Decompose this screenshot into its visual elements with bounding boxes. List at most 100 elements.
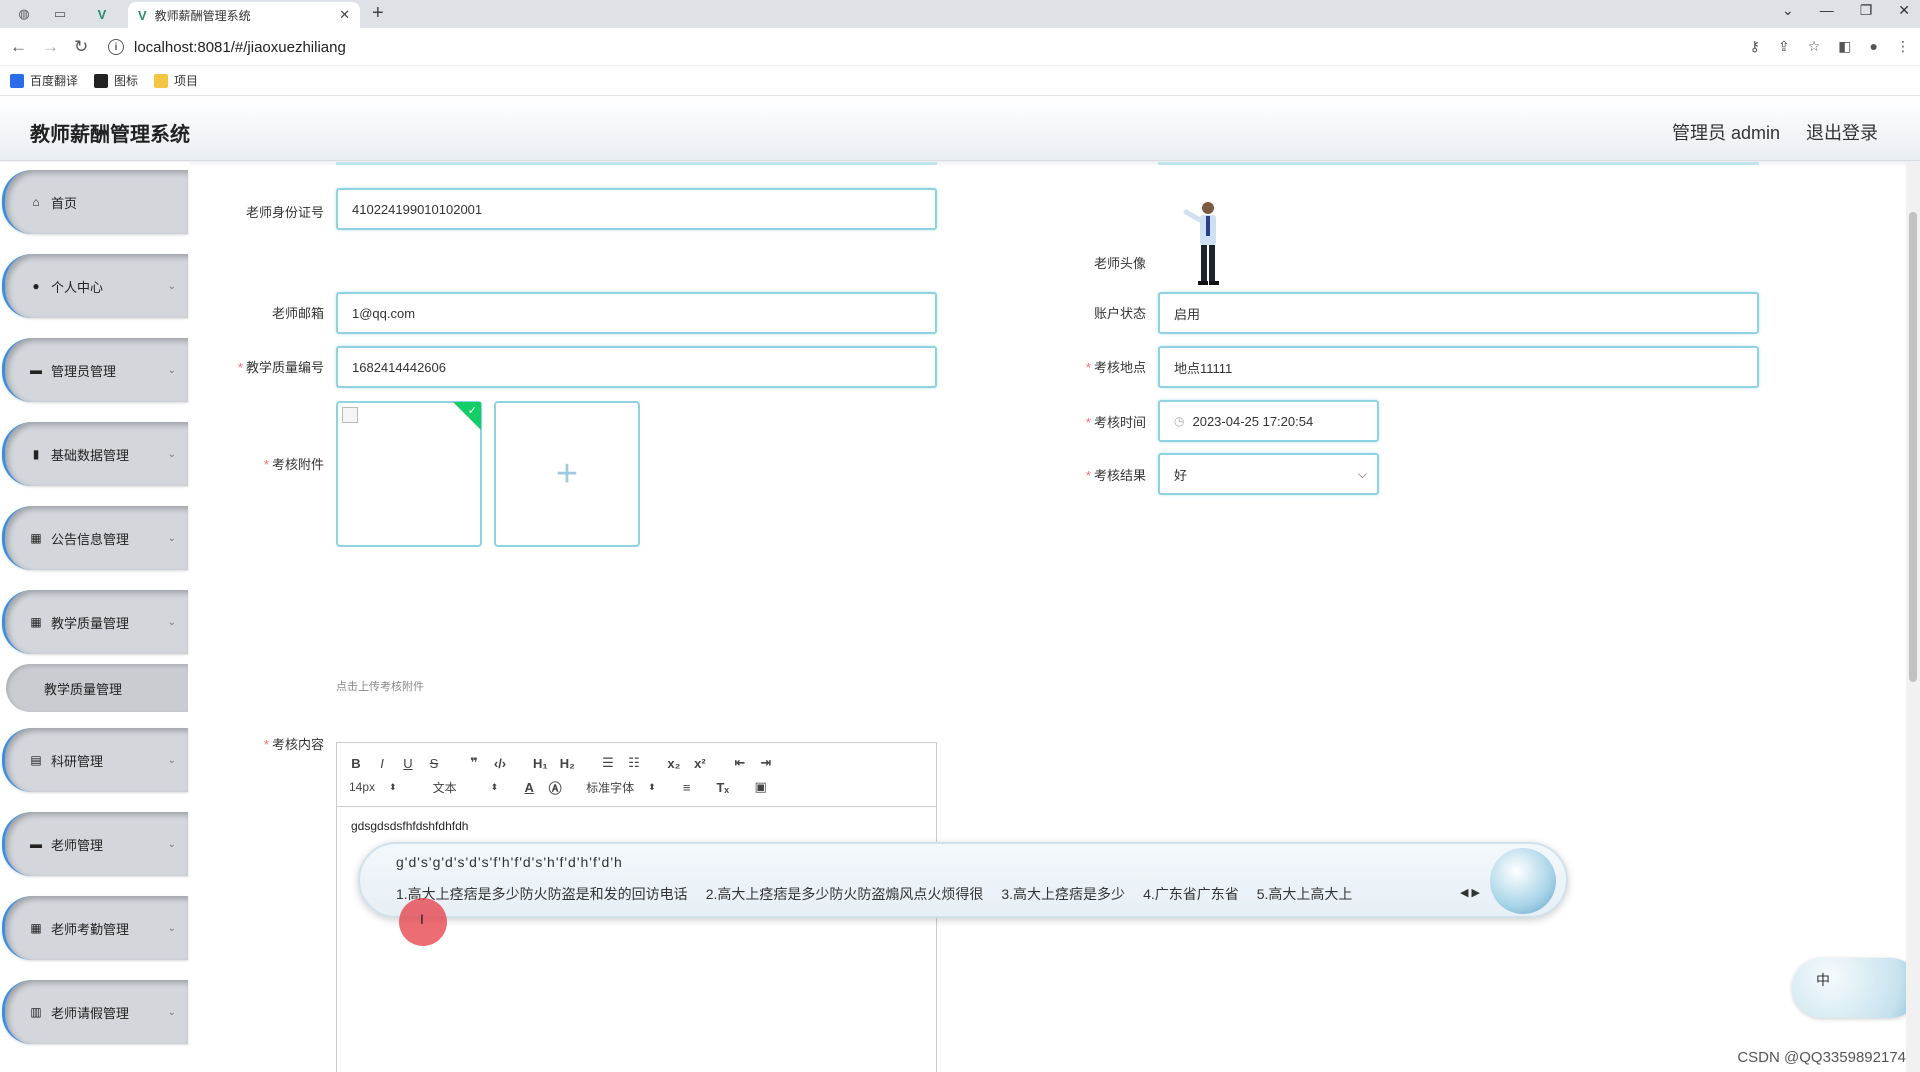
uploaded-attachment[interactable]: ✓ (336, 401, 482, 547)
check-icon: ✓ (467, 405, 477, 417)
ime-candidate[interactable]: 3.高大上痉痞是多少 (1001, 884, 1125, 904)
sidebar-item-attendance[interactable]: ▦ 老师考勤管理 ⌄ (2, 896, 188, 960)
sidebar-item-admin-management[interactable]: ▬ 管理员管理 ⌄ (2, 338, 188, 402)
chevron-down-icon: ⌄ (167, 754, 176, 766)
briefcase-icon: ▬ (30, 363, 42, 377)
ordered-list-icon[interactable]: ☰ (601, 755, 615, 771)
superscript-icon[interactable]: x² (693, 756, 707, 771)
font-family-select[interactable]: 标准字体 ⬍ (586, 779, 656, 796)
email-input[interactable]: 1@qq.com (336, 292, 937, 334)
chevron-down-icon: ⌄ (167, 838, 176, 850)
ime-page-arrows-icon[interactable]: ◀ ▶ (1460, 886, 1480, 899)
code-icon[interactable]: ‹/› (493, 756, 507, 771)
ime-skin-orb (1490, 848, 1556, 914)
reload-button[interactable]: ↻ (74, 37, 88, 57)
blockquote-icon[interactable]: ❞ (467, 755, 481, 771)
time-input[interactable]: ◷ 2023-04-25 17:20:54 (1158, 400, 1379, 442)
main-form: 老师身份证号 410224199010102001 老师头像 老师邮箱 1@qq… (196, 162, 1906, 1072)
sidebar-item-research[interactable]: ▤ 科研管理 ⌄ (2, 728, 188, 792)
submenu-teaching-quality[interactable]: 教学质量管理 (6, 664, 188, 712)
sidebar-item-teaching-quality[interactable]: ▦ 教学质量管理 ⌄ (2, 590, 188, 654)
text-cursor-icon: I (420, 911, 424, 927)
result-select[interactable]: 好 ⌵ (1158, 453, 1379, 495)
share-icon[interactable]: ⇪ (1778, 38, 1790, 55)
text-style-select[interactable]: 文本 ⬍ (433, 779, 499, 796)
star-icon[interactable]: ☆ (1808, 38, 1821, 55)
page-scrollbar[interactable] (1906, 162, 1920, 1072)
profile-icon[interactable]: ● (1870, 38, 1878, 55)
upload-add-button[interactable]: + (494, 401, 640, 547)
sidebar-item-label: 老师请假管理 (51, 1005, 130, 1021)
chevron-down-icon: ⌄ (167, 448, 176, 460)
globe-icon[interactable]: ◍ (10, 3, 38, 25)
tab-search-icon[interactable]: ⌄ (1782, 2, 1794, 19)
vue-tab-icon[interactable]: V (88, 3, 116, 25)
account-status-input[interactable]: 启用 (1158, 292, 1759, 334)
image-insert-icon[interactable]: ▣ (754, 779, 768, 795)
document-icon: ▮ (32, 447, 40, 461)
sidebar-item-personal-center[interactable]: ● 个人中心 ⌄ (2, 254, 188, 318)
italic-icon[interactable]: I (375, 756, 389, 771)
bullet-list-icon[interactable]: ☷ (627, 755, 641, 771)
editor-content[interactable]: gdsgdsdsfhfdshfdhfdh (337, 807, 936, 845)
monitor-icon: ▬ (30, 837, 42, 851)
ime-candidate[interactable]: 5.高大上高大上 (1257, 884, 1353, 904)
id-number-input[interactable]: 410224199010102001 (336, 188, 937, 230)
restore-button[interactable]: ❐ (1860, 2, 1873, 19)
clear-format-icon[interactable]: Tₓ (716, 780, 730, 795)
field-edge (1158, 162, 1759, 165)
key-icon[interactable]: ⚷ (1750, 38, 1760, 55)
bookmark-project[interactable]: 项目 (154, 72, 198, 89)
content-label: * 考核内容 (263, 737, 324, 752)
close-window-button[interactable]: ✕ (1898, 2, 1910, 19)
font-size-select[interactable]: 14px ⬍ (349, 780, 397, 794)
more-menu-icon[interactable]: ⋮ (1896, 38, 1910, 55)
strikethrough-icon[interactable]: S (427, 756, 441, 771)
location-input[interactable]: 地点11111 (1158, 346, 1759, 388)
bookmark-icons[interactable]: 图标 (94, 72, 138, 89)
indent-icon[interactable]: ⇥ (759, 755, 773, 771)
sidepanel-icon[interactable]: ◧ (1838, 38, 1851, 55)
plus-icon: + (555, 452, 579, 495)
sidebar-item-leave[interactable]: ▥ 老师请假管理 ⌄ (2, 980, 188, 1044)
close-tab-icon[interactable]: ✕ (339, 7, 350, 23)
background-color-icon[interactable]: Ⓐ (548, 778, 562, 797)
sidebar-item-label: 基础数据管理 (51, 447, 130, 463)
chevron-down-icon: ⌄ (167, 364, 176, 376)
quality-code-input[interactable]: 1682414442606 (336, 346, 937, 388)
ime-status-bar[interactable]: 中 (1792, 958, 1920, 1018)
ime-candidate[interactable]: 1.高大上痉痞是多少防火防盗是和发的回访电话 (396, 884, 688, 904)
sidebar-item-basic-data[interactable]: ▮ 基础数据管理 ⌄ (2, 422, 188, 486)
underline-icon[interactable]: U (401, 756, 415, 771)
chevron-down-icon: ⌄ (167, 922, 176, 934)
ime-candidate[interactable]: 2.高大上痉痞是多少防火防盗煽风点火烦得很 (706, 884, 984, 904)
bookmark-baidu-translate[interactable]: 百度翻译 (10, 72, 78, 89)
bold-icon[interactable]: B (349, 756, 363, 771)
outdent-icon[interactable]: ⇤ (733, 755, 747, 771)
back-button[interactable]: ← (10, 37, 27, 57)
current-user: 管理员 admin (1671, 123, 1780, 143)
heading1-icon[interactable]: H₁ (533, 756, 548, 771)
ime-candidate[interactable]: 4.广东省广东省 (1143, 884, 1239, 904)
minimize-button[interactable]: — (1820, 2, 1834, 19)
align-icon[interactable]: ≡ (680, 780, 694, 795)
folder-icon (154, 73, 169, 88)
sidebar-item-teachers[interactable]: ▬ 老师管理 ⌄ (2, 812, 188, 876)
logout-button[interactable]: 退出登录 (1806, 119, 1878, 145)
forward-button[interactable]: → (42, 37, 59, 57)
app-header: 教师薪酬管理系统 管理员 admin 退出登录 (0, 98, 1920, 161)
bookmark-label: 图标 (114, 74, 139, 88)
grid-icon: ▦ (30, 615, 42, 629)
sidebar-item-label: 科研管理 (51, 753, 104, 769)
new-tab-button[interactable]: + (372, 2, 384, 25)
subscript-icon[interactable]: x₂ (667, 756, 681, 771)
site-info-icon[interactable]: i (108, 39, 124, 55)
sidebar-item-announcements[interactable]: ▦ 公告信息管理 ⌄ (2, 506, 188, 570)
active-browser-tab[interactable]: V 教师薪酬管理系统 ✕ (128, 2, 360, 28)
font-color-icon[interactable]: A (522, 780, 536, 795)
url-field[interactable]: i localhost:8081/#/jiaoxuezhiliang (108, 34, 1698, 60)
sidebar-item-home[interactable]: ⌂ 首页 (2, 170, 188, 234)
heading2-icon[interactable]: H₂ (560, 756, 575, 771)
scrollbar-thumb[interactable] (1909, 212, 1917, 682)
blank-tab-icon[interactable]: ▭ (46, 3, 74, 25)
